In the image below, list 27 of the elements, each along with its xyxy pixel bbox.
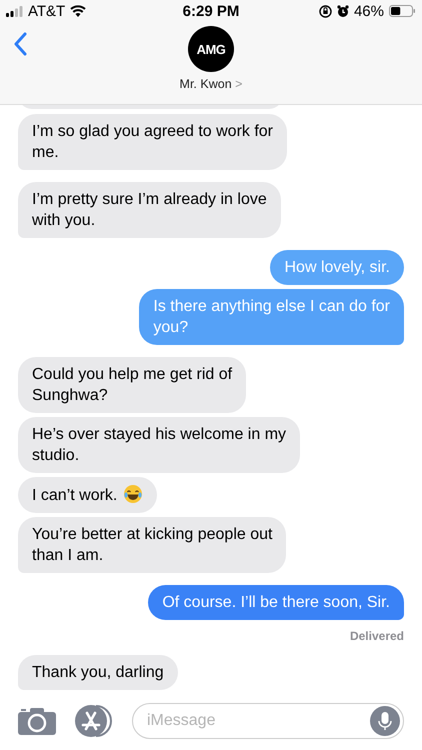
message-bubble: Of course. I’ll be there soon, Sir. <box>148 585 404 620</box>
message-bubble: He’s over stayed his welcome in my studio. <box>18 417 300 473</box>
battery-icon <box>388 5 416 17</box>
battery-percent: 46% <box>354 2 384 20</box>
message-bubble: Could you help me get rid of Sunghwa? <box>18 357 246 413</box>
contact-avatar[interactable]: AMG <box>188 26 234 72</box>
message-bubble: I can’t work. <box>18 477 158 513</box>
app-store-icon[interactable] <box>74 704 114 738</box>
message-bubble: Is there anything else I can do for you? <box>139 289 404 345</box>
camera-icon[interactable] <box>18 707 56 735</box>
microphone-icon[interactable] <box>370 706 400 736</box>
rotation-lock-icon <box>318 4 332 18</box>
contact-name[interactable]: Mr. Kwon > <box>180 77 242 91</box>
clock-time: 6:29 PM <box>182 2 240 20</box>
message-bubble: I’m so glad you agreed to work for me. <box>18 114 288 170</box>
delivery-status: Delivered <box>348 629 404 643</box>
message-bubble: How lovely, sir. <box>270 250 404 285</box>
message-bubble: Thank you, darling <box>18 655 178 690</box>
wifi-icon <box>70 5 86 17</box>
message-input-field[interactable]: iMessage <box>132 703 404 739</box>
message-bubble: You’re better at kicking people out than I am. <box>18 517 286 573</box>
signal-icon <box>6 6 23 16</box>
back-chevron-icon[interactable] <box>13 32 27 56</box>
carrier-name: AT&T <box>28 2 66 20</box>
laughing-emoji-icon <box>123 484 144 504</box>
message-bubble: I’m pretty sure I’m already in love with you. <box>18 182 281 238</box>
alarm-icon <box>336 4 349 18</box>
